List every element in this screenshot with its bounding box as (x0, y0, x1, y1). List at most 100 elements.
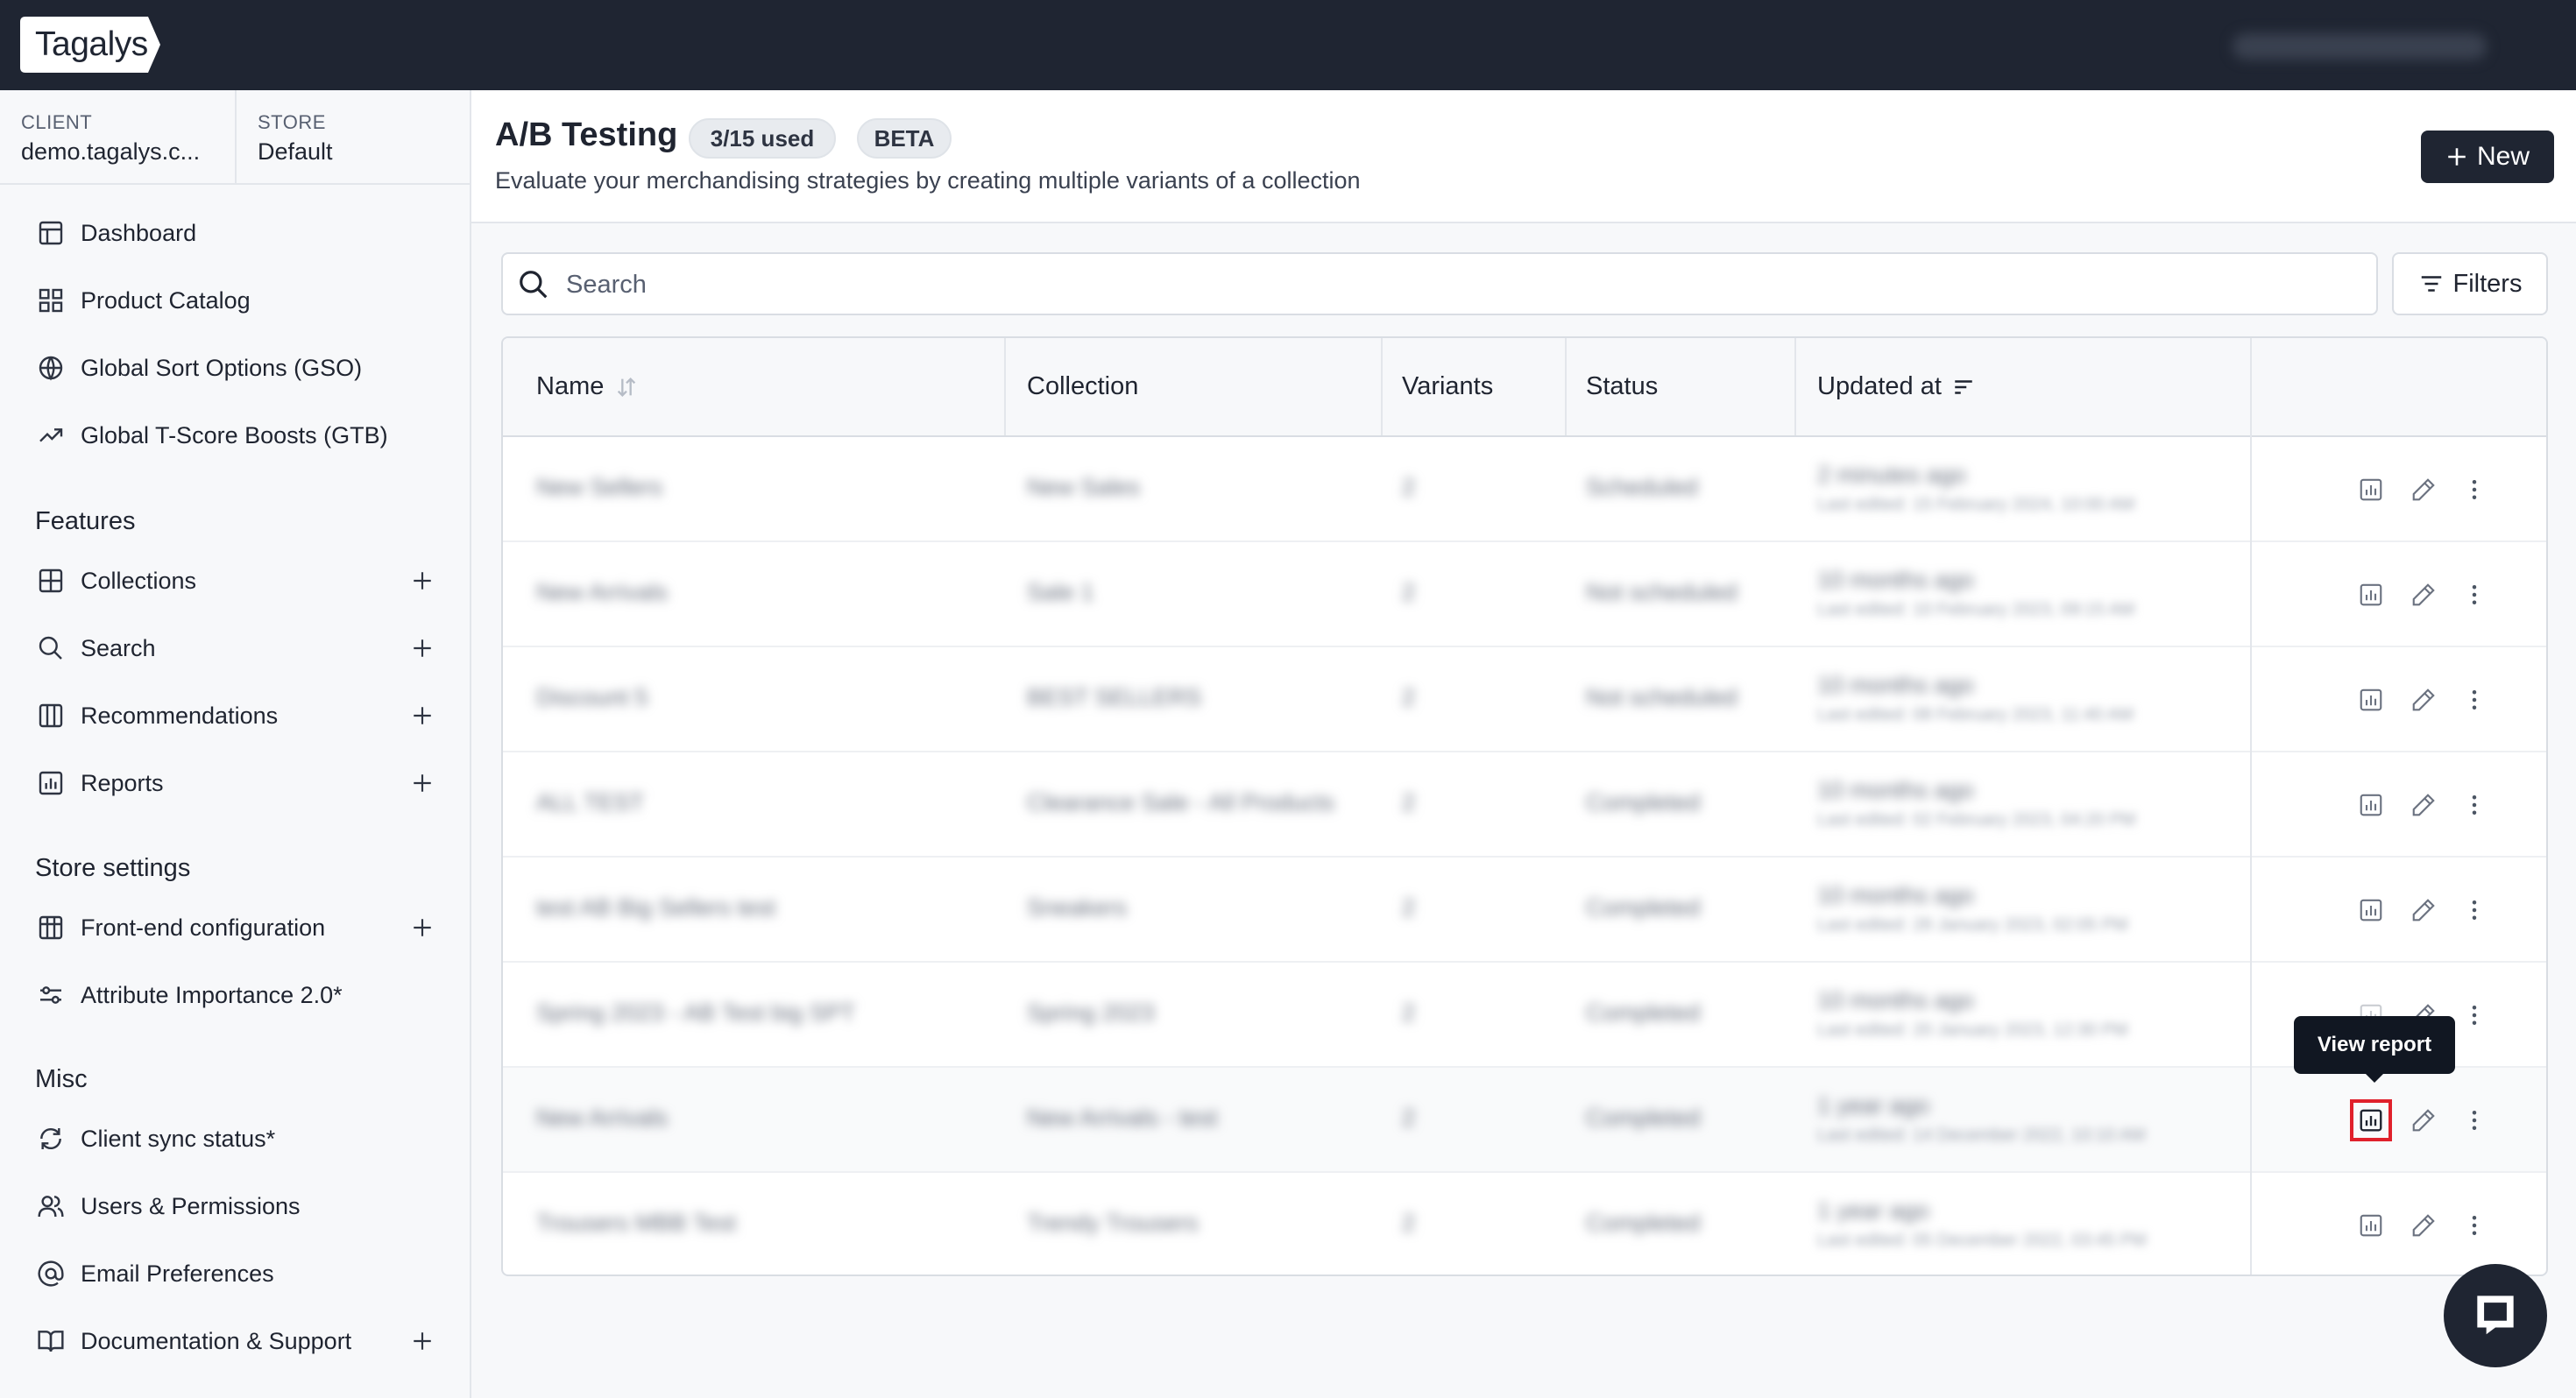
sidebar-item-reports[interactable]: Reports (35, 761, 438, 805)
edit-pencil-icon[interactable] (2404, 786, 2443, 824)
filters-button[interactable]: Filters (2392, 252, 2548, 315)
sidebar-item-label: Reports (81, 769, 164, 796)
view-report-icon[interactable] (2350, 1099, 2392, 1141)
sidebar-item-recommendations[interactable]: Recommendations (35, 694, 438, 738)
expand-collections-plus-icon[interactable] (407, 565, 438, 597)
expand-search-plus-icon[interactable] (407, 632, 438, 664)
column-header-variants: Variants (1402, 372, 1494, 400)
search-input[interactable] (564, 261, 2355, 308)
chat-widget-button[interactable] (2444, 1264, 2547, 1367)
cell-name: Discount 5 (536, 684, 648, 710)
edit-pencil-icon[interactable] (2404, 891, 2443, 929)
column-header-name[interactable]: Name (536, 338, 639, 435)
cell-status: Completed (1586, 999, 1701, 1026)
tooltip-arrow (2366, 1074, 2383, 1083)
row-actions (2352, 1206, 2527, 1245)
view-report-icon[interactable] (2352, 891, 2390, 929)
table-row[interactable]: New Arrivals Sale 1 2 Not scheduled 10 month… (503, 542, 2546, 647)
collections-icon (35, 565, 67, 597)
store-selector[interactable]: Default (258, 138, 333, 166)
trending-up-icon (35, 420, 67, 451)
more-options-icon[interactable] (2455, 575, 2494, 614)
column-divider (1565, 338, 1567, 435)
cell-status: Scheduled (1586, 474, 1698, 500)
sidebar-item-label: Global Sort Options (GSO) (81, 354, 363, 381)
table-row[interactable]: New Arrivals New Arrivals - test 2 Complete… (503, 1068, 2546, 1173)
beta-badge: BETA (857, 118, 952, 159)
expand-documentation-plus-icon[interactable] (407, 1325, 438, 1357)
sidebar-item-frontend-config[interactable]: Front-end configuration (35, 906, 438, 950)
cell-collection: Trendy Trousers (1027, 1210, 1199, 1236)
expand-recommendations-plus-icon[interactable] (407, 700, 438, 731)
column-label: Updated at (1817, 372, 1942, 400)
expand-reports-plus-icon[interactable] (407, 767, 438, 799)
more-options-icon[interactable] (2455, 1206, 2494, 1245)
new-ab-test-button[interactable]: New (2421, 131, 2554, 183)
view-report-icon[interactable] (2352, 681, 2390, 719)
column-divider (1004, 338, 1006, 435)
edit-pencil-icon[interactable] (2404, 681, 2443, 719)
chat-bubble-icon (2468, 1287, 2523, 1345)
more-options-icon[interactable] (2455, 1101, 2494, 1140)
cell-name: New Arrivals (536, 579, 669, 605)
table-row[interactable]: Spring 2023 - AB Test big SPT Spring 2023… (503, 963, 2546, 1068)
cell-variants: 2 (1402, 579, 1416, 605)
sidebar-item-client-sync[interactable]: Client sync status* (35, 1117, 438, 1161)
table-row[interactable]: Trousers MBB Test Trendy Trousers 2 Complet… (503, 1173, 2546, 1274)
edit-pencil-icon[interactable] (2404, 470, 2443, 509)
sidebar-item-documentation-support[interactable]: Documentation & Support (35, 1319, 438, 1363)
table-row[interactable]: Discount 5 BEST SELLERS 2 Not scheduled 10 m… (503, 647, 2546, 752)
edit-pencil-icon[interactable] (2404, 1101, 2443, 1140)
more-options-icon[interactable] (2455, 786, 2494, 824)
sidebar-item-product-catalog[interactable]: Product Catalog (35, 279, 438, 322)
table-row[interactable]: New Sellers New Sales 2 Scheduled 2 minutes … (503, 437, 2546, 542)
view-report-icon[interactable] (2352, 786, 2390, 824)
cell-updated-detail: Last edited: 14 December 2022, 10:10 AM (1817, 1126, 2146, 1145)
tagalys-logo[interactable]: Tagalys (20, 17, 160, 73)
edit-pencil-icon[interactable] (2404, 1206, 2443, 1245)
store-label: STORE (258, 111, 326, 133)
sidebar-item-dashboard[interactable]: Dashboard (35, 211, 438, 255)
view-report-icon[interactable] (2352, 470, 2390, 509)
user-menu[interactable] (2233, 33, 2487, 60)
more-options-icon[interactable] (2455, 470, 2494, 509)
search-icon (35, 632, 67, 664)
sidebar-item-label: Collections (81, 567, 197, 594)
table-row[interactable]: ALL TEST Clearance Sale - All Products 2 Co… (503, 752, 2546, 858)
column-label: Name (536, 372, 605, 400)
row-actions (2352, 786, 2527, 824)
sidebar-item-search[interactable]: Search (35, 626, 438, 670)
sidebar-item-label: Product Catalog (81, 286, 251, 314)
client-selector[interactable]: demo.tagalys.c... (21, 138, 200, 166)
sidebar-item-collections[interactable]: Collections (35, 559, 438, 603)
more-options-icon[interactable] (2455, 996, 2494, 1034)
sidebar-item-label: Documentation & Support (81, 1327, 352, 1354)
search-icon (517, 268, 550, 306)
edit-pencil-icon[interactable] (2404, 575, 2443, 614)
cell-updated-detail: Last edited: 10 February 2023, 09:15 AM (1817, 600, 2135, 619)
sort-icon[interactable] (614, 375, 639, 399)
view-report-icon[interactable] (2352, 575, 2390, 614)
sidebar-item-attribute-importance[interactable]: Attribute Importance 2.0* (35, 973, 438, 1017)
row-actions (2352, 470, 2527, 509)
sidebar-item-users-permissions[interactable]: Users & Permissions (35, 1184, 438, 1228)
cell-collection: New Arrivals - test (1027, 1105, 1218, 1131)
more-options-icon[interactable] (2455, 891, 2494, 929)
sort-descending-icon[interactable] (1952, 376, 1975, 399)
more-options-icon[interactable] (2455, 681, 2494, 719)
cell-collection: Sneakers (1027, 894, 1128, 921)
sidebar-item-gso[interactable]: Global Sort Options (GSO) (35, 346, 438, 390)
column-header-updated-at[interactable]: Updated at (1817, 338, 1975, 435)
expand-frontend-config-plus-icon[interactable] (407, 912, 438, 943)
table-row[interactable]: test AB Big Sellers test Sneakers 2 Complet… (503, 858, 2546, 963)
sliders-icon (35, 979, 67, 1011)
sidebar-item-email-preferences[interactable]: Email Preferences (35, 1252, 438, 1296)
ab-tests-table: Name Collection Variants Status Updated … (501, 336, 2548, 1276)
sidebar-item-label: Front-end configuration (81, 914, 326, 941)
cell-variants: 2 (1402, 1105, 1416, 1131)
view-report-tooltip: View report (2294, 1016, 2455, 1083)
sidebar-item-label: Dashboard (81, 219, 197, 246)
cell-variants: 2 (1402, 684, 1416, 710)
view-report-icon[interactable] (2352, 1206, 2390, 1245)
sidebar-item-gtb[interactable]: Global T-Score Boosts (GTB) (35, 413, 438, 457)
